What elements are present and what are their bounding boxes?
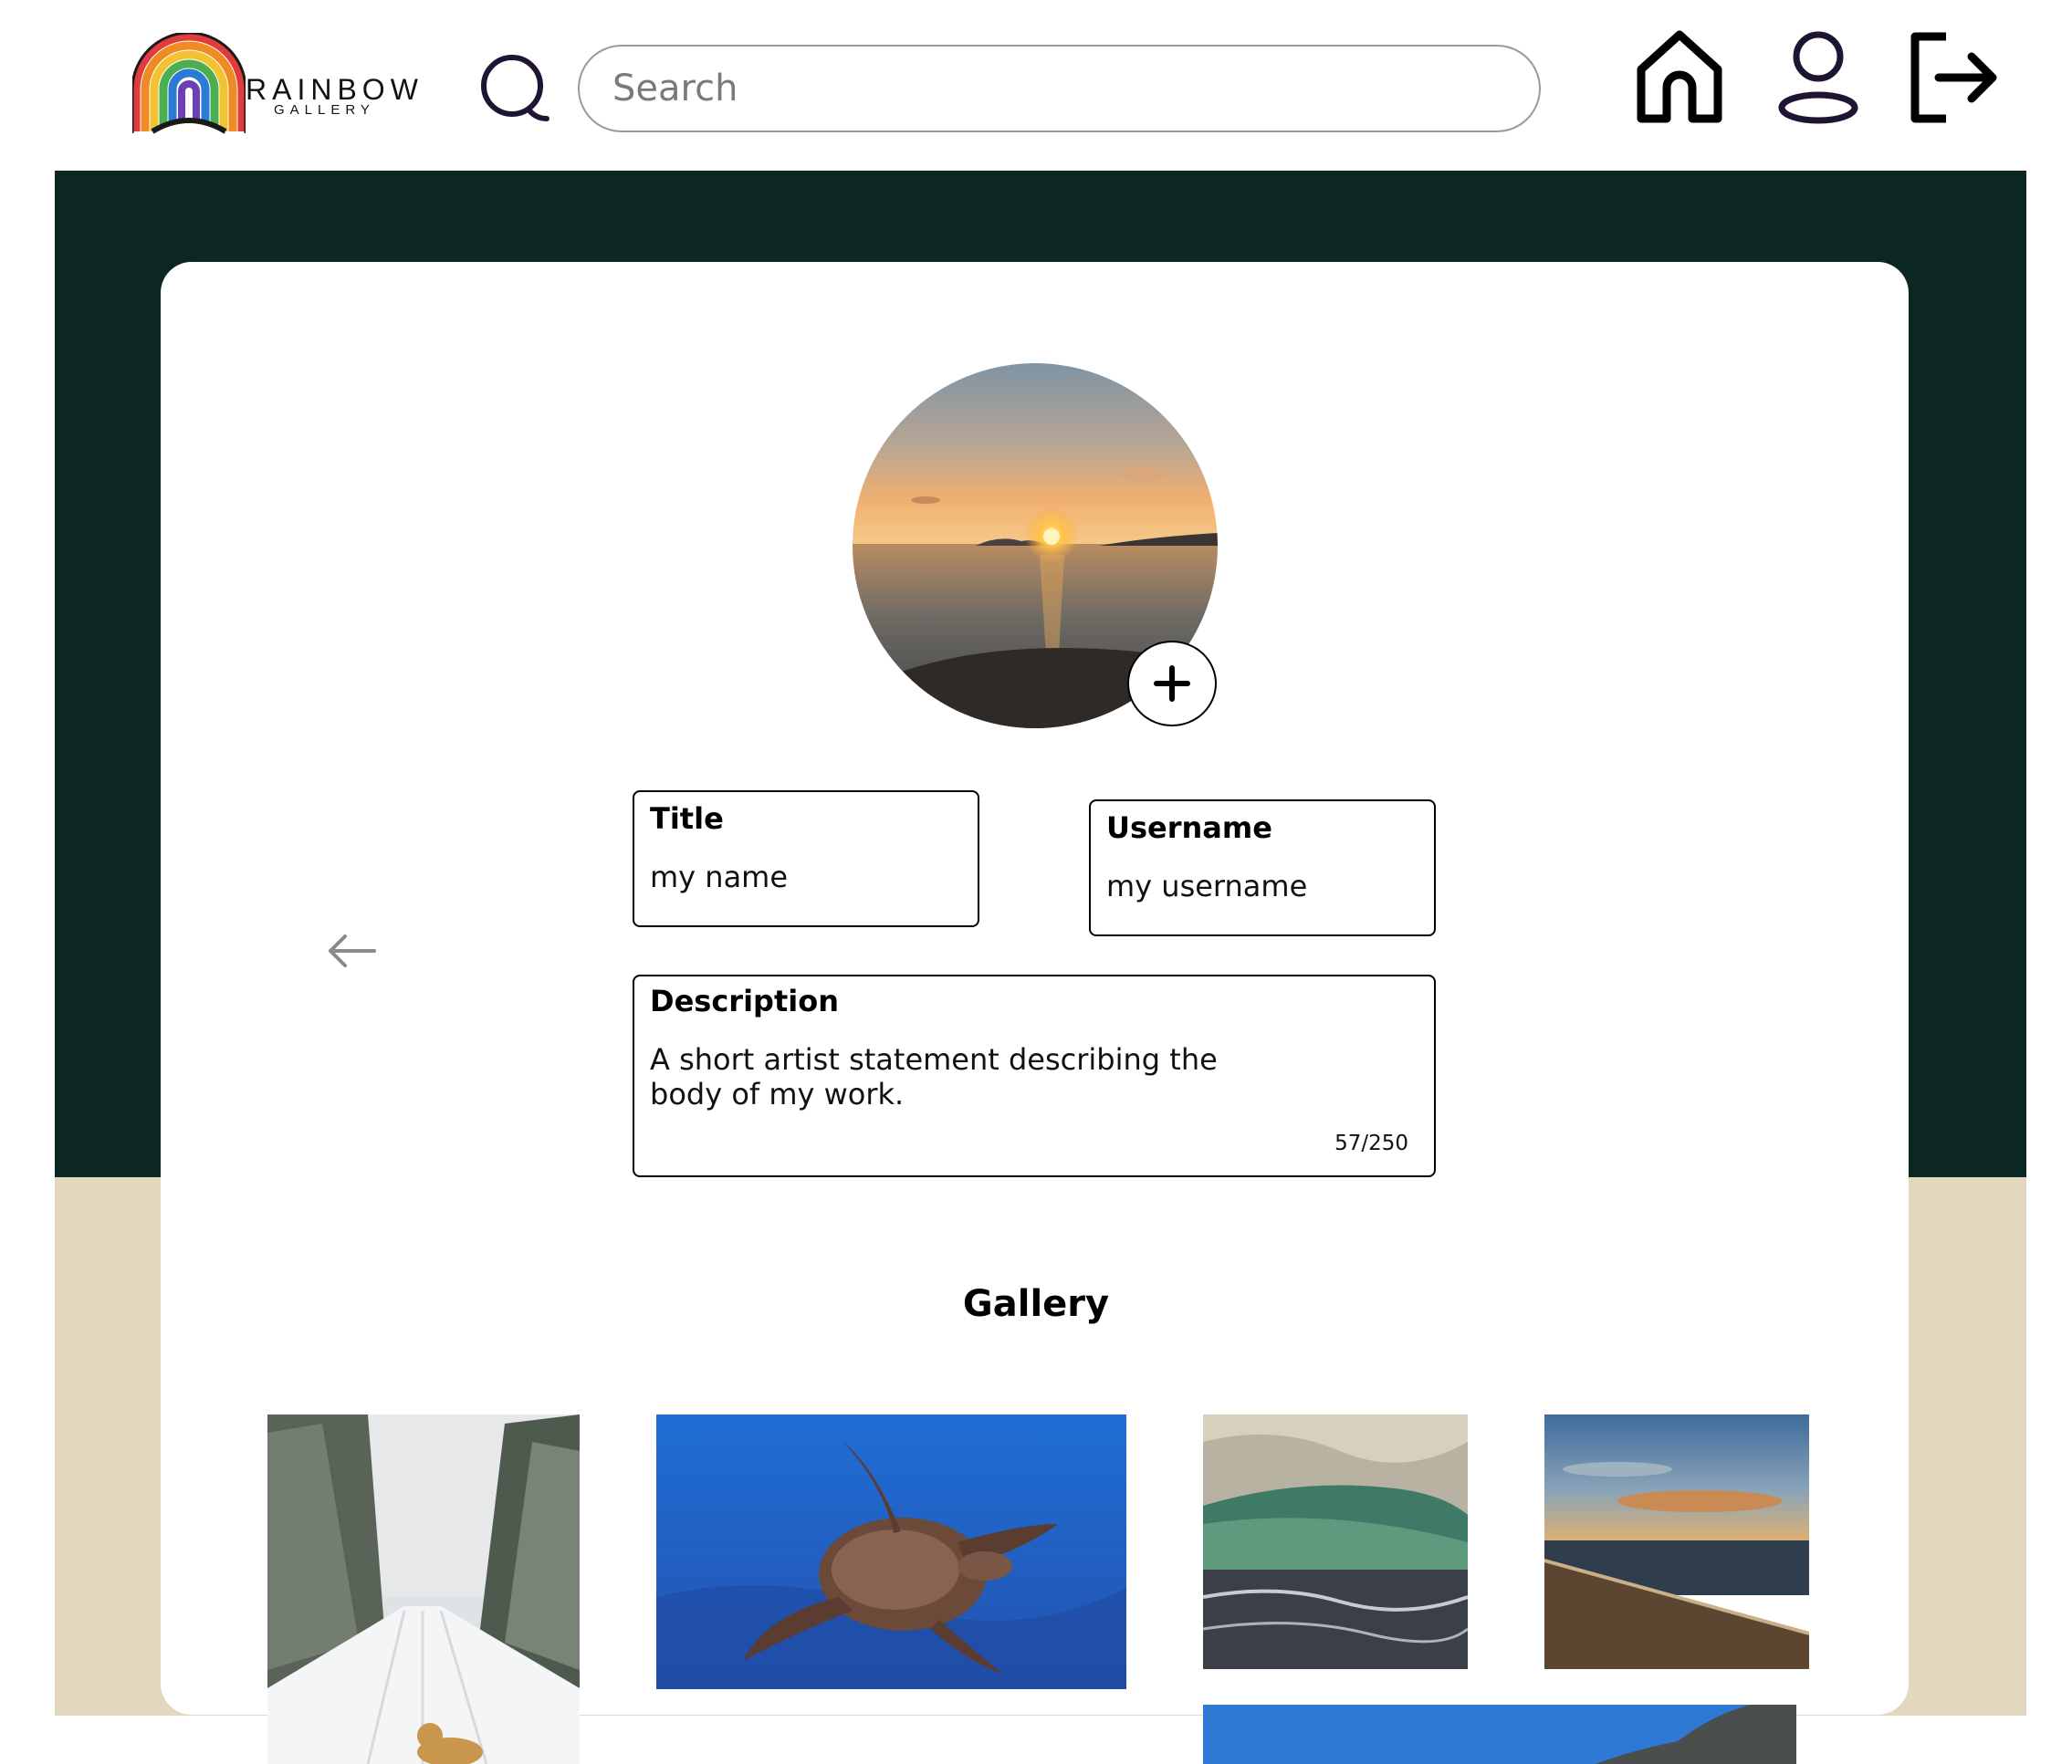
search-field[interactable] (578, 45, 1541, 132)
title-label: Title (650, 801, 724, 836)
plus-icon (1154, 665, 1190, 702)
username-label: Username (1106, 810, 1272, 845)
rainbow-arch-icon (132, 33, 246, 134)
username-value[interactable]: my username (1106, 869, 1307, 903)
title-field[interactable]: Title my name (633, 790, 979, 927)
home-icon[interactable] (1634, 29, 1725, 128)
gallery-image-mountain-sky[interactable] (1203, 1705, 1796, 1764)
gallery-heading: Gallery (962, 1283, 1110, 1325)
add-photo-button[interactable] (1127, 641, 1217, 726)
gallery-image-sea-turtle[interactable] (656, 1414, 1126, 1689)
description-field[interactable]: Description A short artist statement des… (633, 975, 1436, 1177)
back-arrow-icon[interactable] (327, 933, 378, 969)
username-field[interactable]: Username my username (1089, 799, 1436, 936)
user-icon[interactable] (1773, 29, 1864, 128)
logout-icon[interactable] (1908, 29, 1999, 128)
gallery-image-snowy-road[interactable] (267, 1414, 580, 1764)
description-label: Description (650, 984, 839, 1018)
description-value[interactable]: A short artist statement describing the … (650, 1042, 1289, 1112)
gallery-image-beach-sunset[interactable] (1544, 1414, 1809, 1669)
brand-subtitle: GALLERY (274, 102, 375, 118)
search-input[interactable] (580, 47, 1539, 130)
char-count: 57/250 (1334, 1132, 1408, 1155)
search-icon[interactable] (479, 53, 552, 126)
title-value[interactable]: my name (650, 860, 788, 894)
gallery-image-ocean-wave[interactable] (1203, 1414, 1468, 1669)
brand-logo[interactable]: RAINBOW GALLERY (132, 33, 418, 135)
